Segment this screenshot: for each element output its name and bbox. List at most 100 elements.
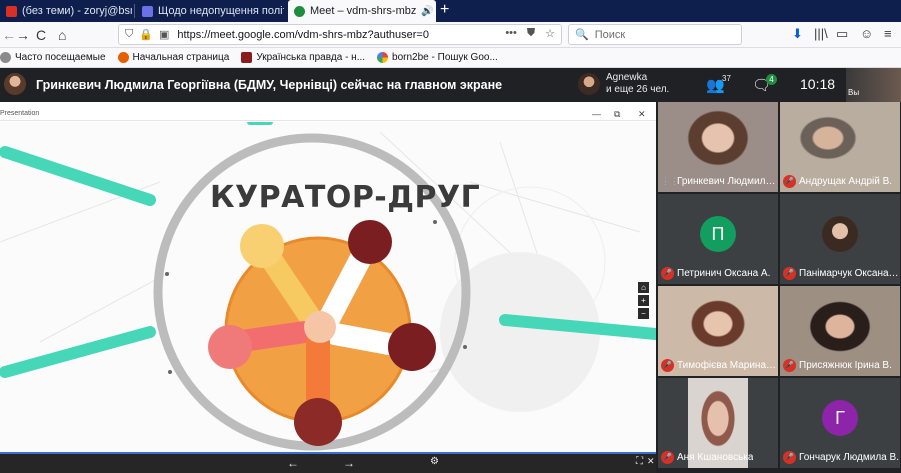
tab-policy-doc[interactable]: Щодо недопущення політичн ✕: [136, 0, 284, 22]
participant-name: Гринкевич Людмила Георгіївна: [677, 176, 777, 187]
participant-name: Аня Кшановська: [677, 452, 754, 463]
participant-tile[interactable]: 🎤 Аня Кшановська: [658, 378, 778, 468]
presenter-banner: Гринкевич Людмила Георгіївна (БДМУ, Черн…: [36, 78, 503, 92]
next-slide-button[interactable]: →: [343, 456, 355, 470]
presentation-stage: Presentation — ⧉ ✕ КУРАТОР-ДРУГ ⌂ + − ← …: [0, 102, 656, 473]
sidebar-icon[interactable]: ▭: [836, 26, 848, 42]
new-tab-button[interactable]: +: [440, 1, 449, 19]
participant-tile[interactable]: Г 🎤 Гончарук Людмила В.: [780, 378, 900, 468]
clock: 10:18: [800, 76, 836, 92]
slide-progress: [0, 452, 656, 454]
minimize-button[interactable]: —: [592, 109, 601, 119]
participant-grid: ⋮⋮ Гринкевич Людмила Георгіївна 🎤 Андрущ…: [656, 102, 901, 473]
navigation-bar: ← → C ⌂ ⛉ 🔒 ▣ https://meet.google.com/vd…: [0, 22, 901, 48]
back-button[interactable]: ←: [2, 26, 16, 44]
search-input[interactable]: 🔍 Поиск: [568, 24, 742, 45]
participant-avatar: Г: [822, 400, 858, 436]
browser-tab-strip: (без теми) - zoryj@bsmu.edu. ✕ Щодо недо…: [0, 0, 901, 22]
participant-tile[interactable]: 🎤 Присяжнюк Ірина В.: [780, 286, 900, 376]
participant-avatar: П: [700, 216, 736, 252]
participant-tile[interactable]: ⋮⋮ Гринкевич Людмила Георгіївна: [658, 102, 778, 192]
zoom-out-icon[interactable]: −: [638, 308, 649, 319]
slide: КУРАТОР-ДРУГ ⌂ + −: [0, 122, 656, 452]
mic-off-icon: 🎤: [661, 267, 674, 280]
participant-name: Гончарук Людмила В.: [799, 452, 899, 463]
close-presentation-button[interactable]: ✕: [638, 109, 646, 120]
restore-button[interactable]: ⧉: [614, 109, 620, 120]
page-actions-icon[interactable]: •••: [505, 27, 517, 40]
home-button[interactable]: ⌂: [58, 26, 66, 44]
clasped-hands: [304, 311, 336, 343]
address-bar[interactable]: ⛉ 🔒 ▣ https://meet.google.com/vdm-shrs-m…: [118, 24, 562, 45]
bookmark-label: Українська правда - н...: [256, 52, 366, 63]
head: [240, 224, 284, 268]
url-text[interactable]: https://meet.google.com/vdm-shrs-mbz?aut…: [177, 29, 429, 41]
reload-button[interactable]: C: [36, 26, 46, 44]
prev-slide-button[interactable]: ←: [287, 456, 299, 470]
settings-icon[interactable]: ⚙: [430, 456, 439, 467]
tab-label: (без теми) - zoryj@bsmu.edu.: [22, 5, 132, 17]
bookmark-label: Начальная страница: [132, 52, 230, 63]
tab-separator: [134, 4, 135, 18]
presentation-window-titlebar: Presentation — ⧉ ✕: [0, 109, 656, 121]
mic-off-icon: 🎤: [661, 451, 674, 464]
participant-tile[interactable]: 🎤 Андрущак Андрій В.: [780, 102, 900, 192]
self-view-thumbnail[interactable]: Вы: [846, 68, 901, 102]
participants-count: 37: [722, 74, 731, 83]
meet-favicon-icon: [294, 5, 305, 17]
bookmark-label: Часто посещаемые: [15, 52, 106, 63]
participant-tile[interactable]: 🎤 Панімарчук Оксана В.: [780, 194, 900, 284]
teal-stroke: [0, 146, 156, 206]
participant-name: Андрущак Андрій В.: [799, 176, 893, 187]
viewer-more: и еще 26 чел.: [606, 84, 670, 95]
fullscreen-icon[interactable]: ⛶: [636, 456, 643, 467]
bookmark-most-visited[interactable]: Часто посещаемые: [0, 52, 106, 63]
gmail-favicon-icon: [6, 5, 17, 17]
shield-icon[interactable]: ⛉: [125, 28, 133, 41]
home-control-icon[interactable]: ⌂: [638, 282, 649, 293]
meet-window: (без теми) - zoryj@bsmu.edu. ✕ Щодо недо…: [0, 0, 901, 473]
head: [348, 220, 392, 264]
tab-meet[interactable]: Meet – vdm-shrs-mbz 🔊 ✕: [288, 0, 436, 22]
tab-gmail[interactable]: (без теми) - zoryj@bsmu.edu. ✕: [0, 0, 132, 22]
tab-label: Meet – vdm-shrs-mbz: [310, 5, 417, 17]
firefox-icon: [117, 52, 129, 63]
viewers-summary[interactable]: Agnewka и еще 26 чел.: [606, 72, 669, 96]
mic-off-icon: 🎤: [661, 359, 674, 372]
bookmark-born2be[interactable]: born2be - Пошук Goo...: [377, 52, 498, 63]
slide-illustration: [0, 122, 656, 451]
bookmark-pravda[interactable]: Українська правда - н...: [241, 52, 365, 63]
participant-tile[interactable]: П 🎤 Петринич Оксана А.: [658, 194, 778, 284]
slide-side-controls: ⌂ + −: [638, 282, 649, 321]
exit-icon[interactable]: ✕: [647, 456, 655, 467]
bookmark-label: born2be - Пошук Goo...: [392, 52, 498, 63]
bookmarks-bar: Часто посещаемые Начальная страница Укра…: [0, 48, 901, 68]
account-icon[interactable]: ☺: [860, 26, 873, 41]
participant-tile[interactable]: 🎤 Тимофієва Марина В.: [658, 286, 778, 376]
head: [208, 325, 252, 369]
tab-label: Щодо недопущення політичн: [158, 5, 284, 17]
mic-off-icon: 🎤: [783, 451, 796, 464]
pocket-icon[interactable]: ⛊: [527, 27, 535, 40]
participant-avatar: [822, 216, 858, 252]
bookmark-star-icon[interactable]: ☆: [545, 27, 555, 40]
viewer-name: Agnewka: [606, 72, 648, 83]
participant-name: Петринич Оксана А.: [677, 268, 771, 279]
mic-off-icon: 🎤: [783, 359, 796, 372]
lock-icon[interactable]: 🔒: [139, 28, 153, 41]
download-icon[interactable]: ⬇: [792, 26, 803, 42]
pravda-logo-icon: [241, 52, 253, 63]
tab-audio-icon[interactable]: 🔊: [421, 6, 433, 17]
participant-name: Присяжнюк Ірина В.: [799, 360, 892, 371]
zoom-in-icon[interactable]: +: [638, 295, 649, 306]
bookmark-start-page[interactable]: Начальная страница: [117, 52, 230, 63]
gear-icon: [0, 52, 11, 63]
library-icon[interactable]: |||\: [814, 26, 828, 41]
camera-permission-icon[interactable]: ▣: [159, 28, 169, 41]
menu-icon[interactable]: ≡: [884, 26, 892, 41]
forward-button[interactable]: →: [16, 26, 30, 44]
mic-off-icon: 🎤: [783, 175, 796, 188]
self-label: Вы: [848, 88, 860, 97]
doc-favicon-icon: [142, 5, 153, 17]
presentation-window-label: Presentation: [0, 110, 40, 117]
